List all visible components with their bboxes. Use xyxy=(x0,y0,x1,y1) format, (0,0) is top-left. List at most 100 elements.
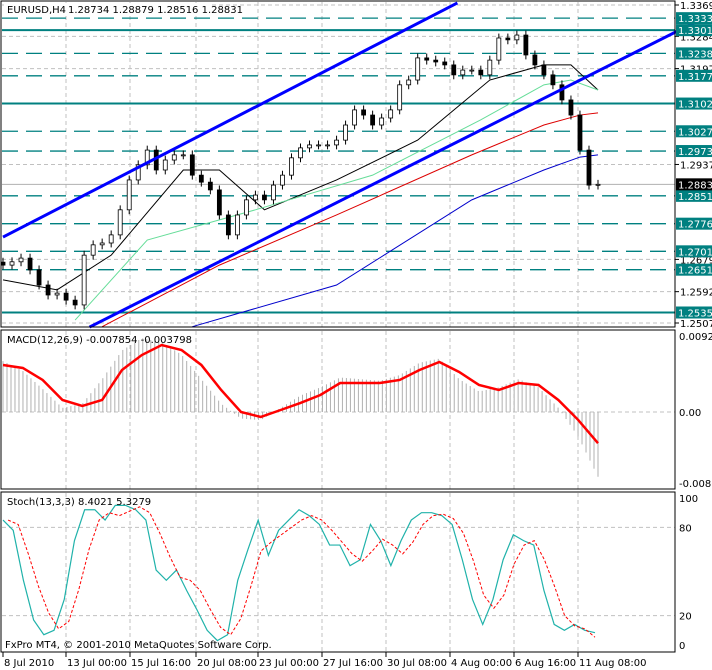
candle-body xyxy=(469,69,475,72)
candle-body xyxy=(343,124,348,141)
candle-body xyxy=(180,154,186,157)
candle-body xyxy=(289,157,294,176)
candle-body xyxy=(54,292,60,296)
candle-body xyxy=(496,37,502,61)
candle-body xyxy=(424,57,430,61)
candle-body xyxy=(505,37,511,41)
level-price-label: 1.26516 xyxy=(678,266,712,277)
candle-body xyxy=(171,154,177,161)
candle-body xyxy=(460,69,466,76)
candle-body xyxy=(81,254,87,306)
x-tick-label: 8 Jul 2010 xyxy=(4,658,54,669)
candle-body xyxy=(523,34,529,56)
moving-average-line xyxy=(74,79,599,321)
stoch-main-line xyxy=(2,504,596,642)
x-tick-label: 30 Jul 08:00 xyxy=(387,658,447,669)
candle-body xyxy=(18,257,24,263)
stoch-panel-border xyxy=(0,491,676,653)
candle-body xyxy=(307,144,312,149)
macd-axis-label: 0.00926 xyxy=(679,332,712,343)
candle-body xyxy=(577,114,583,151)
level-price-label: 1.29734 xyxy=(678,147,712,158)
candle-body xyxy=(433,59,439,63)
x-tick-label: 15 Jul 16:00 xyxy=(131,658,191,669)
level-price-label: 1.33338 xyxy=(678,14,712,25)
candle-body xyxy=(397,84,403,111)
stoch-axis-label: 20 xyxy=(679,612,692,623)
candle-body xyxy=(271,184,276,201)
candle-body xyxy=(45,284,51,296)
trading-chart[interactable]: 8 Jul 2010 13 Jul 00:00 15 Jul 16:00 20 Jul… xyxy=(0,0,712,670)
level-price-label: 1.30270 xyxy=(678,127,712,138)
candle-body xyxy=(234,214,240,236)
x-tick-label: 6 Aug 16:00 xyxy=(515,658,576,669)
x-tick-label: 23 Jul 00:00 xyxy=(259,658,319,669)
candle-body xyxy=(36,269,42,286)
level-price-label: 1.33013 xyxy=(678,26,712,37)
price-axis-label: 1.25920 xyxy=(680,288,712,299)
candle-body xyxy=(99,242,105,246)
candle-body xyxy=(72,299,78,306)
price-axis-label: 1.29370 xyxy=(680,160,712,171)
x-tick-label: 4 Aug 00:00 xyxy=(451,658,512,669)
candle-body xyxy=(117,209,123,236)
candle-body xyxy=(595,183,601,186)
macd-panel[interactable] xyxy=(2,338,599,477)
candle-body xyxy=(207,181,213,191)
level-price-label: 1.32382 xyxy=(678,49,712,60)
candle-body xyxy=(325,144,330,147)
level-price-label: 1.27764 xyxy=(678,220,712,231)
stoch-signal-line xyxy=(7,506,596,638)
candle-body xyxy=(568,99,574,116)
candle-body xyxy=(370,114,376,126)
candle-body xyxy=(189,154,195,176)
candle-body xyxy=(487,59,493,76)
candle-body xyxy=(388,109,394,119)
candle-body xyxy=(280,174,285,186)
price-panel[interactable] xyxy=(0,1,712,329)
moving-average-line xyxy=(101,112,599,328)
x-tick-label: 20 Jul 08:00 xyxy=(197,658,257,669)
candle-body xyxy=(514,34,520,41)
candle-body xyxy=(216,189,222,216)
moving-average-line xyxy=(2,64,599,291)
candle-body xyxy=(198,174,204,183)
macd-axis-label: -0.00866 xyxy=(679,479,712,490)
macd-signal-line xyxy=(2,343,599,444)
candle-body xyxy=(9,261,15,266)
moving-average-line xyxy=(192,154,599,328)
current-price-label: 1.28831 xyxy=(678,180,712,191)
candle-body xyxy=(316,144,321,147)
level-price-label: 1.31775 xyxy=(678,72,712,83)
candle-body xyxy=(478,69,484,76)
level-price-label: 1.28519 xyxy=(678,192,712,203)
candle-body xyxy=(63,292,69,301)
candle-body xyxy=(162,159,168,171)
candle-body xyxy=(90,244,96,256)
candle-body xyxy=(27,257,33,271)
candle-body xyxy=(586,149,592,186)
candle-body xyxy=(442,61,448,66)
candle-body xyxy=(126,179,132,211)
candle-body xyxy=(253,194,258,201)
candle-body xyxy=(225,214,231,236)
stoch-axis-label: 100 xyxy=(679,494,698,505)
candle-body xyxy=(334,139,339,146)
candle-body xyxy=(451,64,457,76)
candle-body xyxy=(352,109,357,126)
macd-axis-label: 0.00 xyxy=(679,408,701,419)
stoch-axis-label: 80 xyxy=(679,523,692,534)
x-tick-label: 27 Jul 16:00 xyxy=(323,658,383,669)
candle-body xyxy=(108,234,114,244)
level-price-label: 1.31022 xyxy=(678,100,712,111)
symbol-label: EURUSD,H4 xyxy=(7,5,66,16)
trendline xyxy=(88,11,712,329)
stochastic-panel[interactable] xyxy=(2,504,596,642)
candle-body xyxy=(415,57,421,81)
candle-body xyxy=(0,261,6,266)
stoch-title: Stoch(13,3,3) 8.4021 5.3279 xyxy=(7,497,151,508)
candle-body xyxy=(379,117,385,126)
candle-body xyxy=(406,79,412,86)
ohlc-readout: 1.28734 1.28879 1.28516 1.28831 xyxy=(68,5,243,16)
candle-body xyxy=(541,64,547,76)
